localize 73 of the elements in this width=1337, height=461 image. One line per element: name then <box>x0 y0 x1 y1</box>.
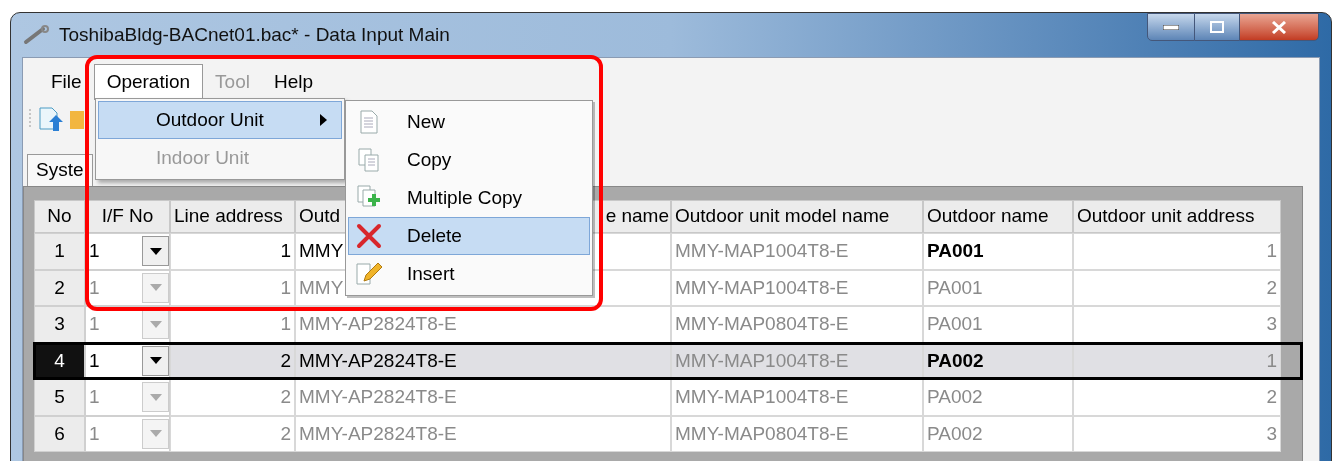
document-icon <box>360 110 378 134</box>
menu-item[interactable]: Delete <box>348 217 590 255</box>
row-number-cell[interactable]: 5 <box>34 379 85 416</box>
copy-icon <box>358 148 380 172</box>
document-upload-icon[interactable] <box>38 106 64 132</box>
table-cell: MMY-MAP1004T8-E <box>671 342 923 379</box>
table-cell: 1 <box>170 233 295 270</box>
table-cell: 2 <box>170 342 295 379</box>
row-number-cell[interactable]: 6 <box>34 415 85 452</box>
row-number-cell[interactable]: 3 <box>34 306 85 343</box>
table-cell: 3 <box>1073 306 1281 343</box>
table-cell: 1 <box>170 269 295 306</box>
caret-down-icon <box>149 357 162 365</box>
caret-down-icon <box>149 393 162 401</box>
dropdown-button[interactable] <box>142 345 169 376</box>
wrench-icon <box>23 25 51 45</box>
row-number-cell[interactable]: 4 <box>34 342 85 379</box>
table-cell: PA001 <box>923 233 1073 270</box>
menu-item[interactable]: Outdoor Unit <box>98 101 342 139</box>
menu-item[interactable]: File <box>39 64 94 100</box>
table-cell: MMY-AP2824T8-E <box>295 342 671 379</box>
table-cell: PA002 <box>923 415 1073 452</box>
table-cell: 2 <box>1073 379 1281 416</box>
pencil-icon <box>356 261 382 287</box>
dropdown-button[interactable] <box>142 236 169 267</box>
menu-item[interactable]: Help <box>261 64 325 100</box>
table-cell: MMY-MAP0804T8-E <box>671 415 923 452</box>
table-cell: 1 <box>1073 233 1281 270</box>
header-text: e name <box>605 204 669 229</box>
maximize-button[interactable] <box>1195 13 1239 41</box>
table-cell: 3 <box>1073 415 1281 452</box>
table-cell: MMY-MAP1004T8-E <box>671 233 923 270</box>
table-cell: MMY-AP2824T8-E <box>295 415 671 452</box>
interface-dropdown[interactable]: 1 <box>85 342 170 379</box>
submenu-arrow-icon <box>320 114 327 126</box>
tab[interactable]: Syste <box>27 154 93 186</box>
caret-down-icon <box>149 430 162 438</box>
table-cell: MMY-AP2824T8-E <box>295 379 671 416</box>
cross-icon <box>356 223 382 249</box>
menu-item[interactable]: Multiple Copy <box>348 179 590 217</box>
table-cell: PA001 <box>923 306 1073 343</box>
caret-down-icon <box>149 320 162 328</box>
table-cell: PA002 <box>923 379 1073 416</box>
row-number-cell[interactable]: 1 <box>34 233 85 270</box>
column-header[interactable]: Outdoor unit address <box>1073 200 1281 233</box>
menu-item[interactable]: Copy <box>348 141 590 179</box>
close-icon <box>1271 20 1287 34</box>
column-header[interactable]: Outdoor name <box>923 200 1073 233</box>
maximize-icon <box>1210 21 1224 33</box>
table-cell: 1 <box>1073 342 1281 379</box>
table-cell: 2 <box>170 379 295 416</box>
table-cell: PA002 <box>923 342 1073 379</box>
column-header[interactable]: No <box>34 200 85 233</box>
minimize-icon <box>1163 24 1179 30</box>
window-title: ToshibaBldg-BACnet01.bac* - Data Input Main <box>59 22 450 47</box>
close-button[interactable] <box>1239 13 1319 41</box>
table-cell: 2 <box>1073 269 1281 306</box>
column-header[interactable]: Outdoor unit model name <box>671 200 923 233</box>
minimize-button[interactable] <box>1147 13 1195 41</box>
header-text: Outd <box>299 204 341 229</box>
caret-down-icon <box>149 284 162 292</box>
menu-item[interactable]: Operation <box>93 64 204 100</box>
table-cell: MMY-MAP0804T8-E <box>671 306 923 343</box>
caret-down-icon <box>149 247 162 255</box>
table-cell: MMY-MAP1004T8-E <box>671 269 923 306</box>
grip-icon <box>29 108 32 130</box>
row-number-cell[interactable]: 2 <box>34 269 85 306</box>
menu-item[interactable]: New <box>348 103 590 141</box>
table-cell: PA001 <box>923 269 1073 306</box>
table-cell: 2 <box>170 415 295 452</box>
table-cell: MMY-AP2824T8-E <box>295 306 671 343</box>
table-cell: MMY-MAP1004T8-E <box>671 379 923 416</box>
column-header[interactable]: Line address <box>170 200 295 233</box>
